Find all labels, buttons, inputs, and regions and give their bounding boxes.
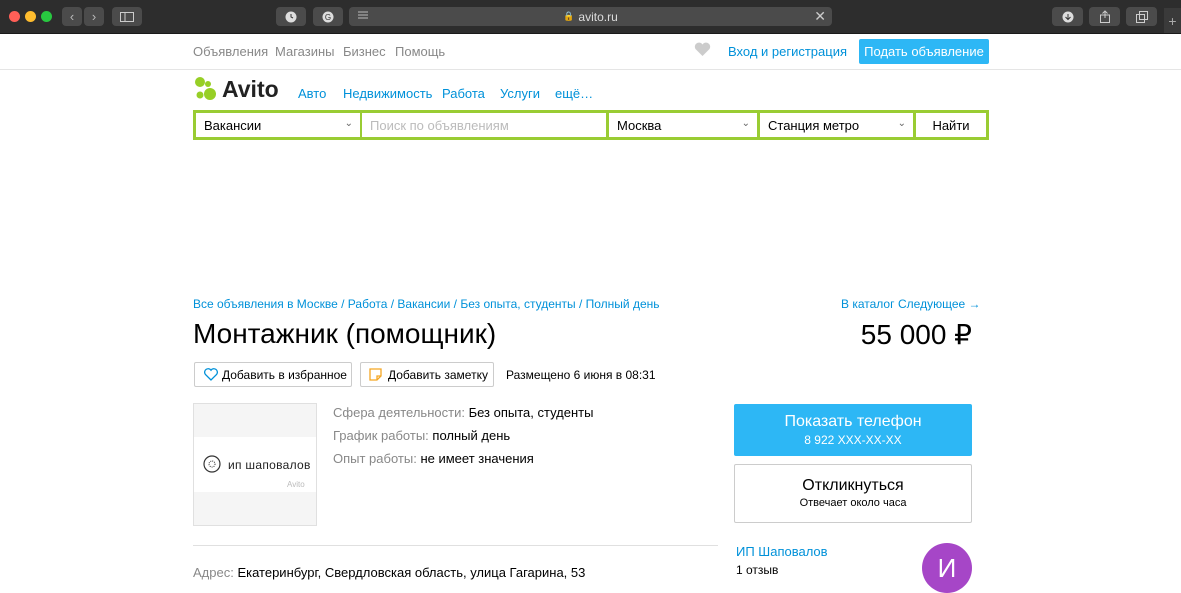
chevron-left-icon: ‹ (69, 9, 75, 24)
chevron-down-icon: ⌄ (897, 118, 906, 129)
add-favorite-label: Добавить в избранное (222, 367, 347, 382)
back-button[interactable]: ‹ (62, 7, 82, 26)
category-jobs[interactable]: Работа (442, 86, 485, 101)
add-note-button[interactable]: Добавить заметку (360, 362, 494, 387)
top-nav (0, 33, 1181, 70)
param-key: Опыт работы: (333, 451, 417, 466)
reader-icon[interactable] (357, 9, 369, 24)
avatar[interactable]: И (922, 543, 972, 593)
nav-link-ads[interactable]: Объявления (193, 44, 268, 59)
category-more[interactable]: ещё… (555, 86, 593, 101)
category-auto[interactable]: Авто (298, 86, 326, 101)
param-key: График работы: (333, 428, 429, 443)
heart-outline-icon (204, 368, 218, 381)
param-experience: Опыт работы: не имеет значения (333, 451, 534, 466)
city-select[interactable]: Москва ⌄ (609, 113, 757, 137)
show-phone-label: Показать телефон (784, 413, 922, 430)
seller-reviews[interactable]: 1 отзыв (736, 563, 778, 577)
breadcrumb: Все объявления в Москве / Работа / Вакан… (193, 297, 660, 311)
show-phone-button[interactable]: Показать телефон 8 922 XXX-XX-XX (734, 404, 972, 456)
divider (193, 545, 718, 546)
price: 55 000 ₽ (860, 319, 972, 350)
param-schedule: График работы: полный день (333, 428, 510, 443)
add-note-label: Добавить заметку (388, 367, 488, 382)
extension-button[interactable] (276, 7, 306, 26)
seller-name-link[interactable]: ИП Шаповалов (736, 544, 828, 559)
share-icon (1099, 10, 1110, 23)
close-icon[interactable]: ✕ (814, 8, 826, 25)
phone-number: 8 922 XXX-XX-XX (804, 433, 902, 447)
chevron-down-icon: ⌄ (344, 118, 353, 129)
address: Адрес: Екатеринбург, Свердловская област… (193, 565, 585, 580)
sidebar-button[interactable] (112, 7, 142, 26)
breadcrumb-item[interactable]: Полный день (586, 297, 660, 311)
breadcrumb-item[interactable]: Вакансии (397, 297, 450, 311)
category-select-value: Вакансии (204, 117, 262, 133)
avito-logo[interactable]: Avito (193, 76, 283, 104)
grammarly-button[interactable]: G (313, 7, 343, 26)
address-value: Екатеринбург, Свердловская область, улиц… (237, 565, 586, 580)
catalog-link[interactable]: В каталог (841, 297, 894, 311)
address-label: Адрес: (193, 565, 234, 580)
tabs-icon (1135, 10, 1148, 23)
param-value: полный день (432, 428, 511, 443)
respond-label: Откликнуться (802, 477, 904, 494)
breadcrumb-item[interactable]: Без опыта, студенты (460, 297, 575, 311)
tabs-button[interactable] (1126, 7, 1157, 26)
photo-company-text: ип шаповалов (228, 458, 311, 472)
param-value: не имеет значения (420, 451, 534, 466)
logo-text: Avito (222, 76, 279, 102)
heart-icon[interactable] (694, 42, 711, 62)
close-window-button[interactable] (9, 11, 20, 22)
grammarly-icon: G (322, 11, 334, 22)
category-select[interactable]: Вакансии ⌄ (196, 113, 360, 137)
city-select-value: Москва (617, 117, 662, 133)
search-input[interactable]: Поиск по объявлениям (362, 113, 606, 137)
minimize-window-button[interactable] (25, 11, 36, 22)
page-title: Монтажник (помощник) (193, 318, 497, 349)
respond-subtitle: Отвечает около часа (799, 497, 907, 509)
forward-button[interactable]: › (84, 7, 104, 26)
post-ad-button[interactable]: Подать объявление (859, 39, 989, 64)
photo-watermark: Avito (287, 480, 305, 489)
nav-link-business[interactable]: Бизнес (343, 44, 386, 59)
download-icon (1062, 11, 1073, 22)
note-icon (369, 368, 382, 381)
add-favorite-button[interactable]: Добавить в избранное (194, 362, 352, 387)
logo-dots-icon (195, 77, 216, 100)
metro-select[interactable]: Станция метро ⌄ (760, 113, 913, 137)
respond-button[interactable]: Откликнуться Отвечает около часа (734, 464, 972, 523)
maximize-window-button[interactable] (41, 11, 52, 22)
chevron-right-icon: › (91, 9, 97, 24)
nav-link-help[interactable]: Помощь (395, 44, 445, 59)
param-sphere: Сфера деятельности: Без опыта, студенты (333, 405, 593, 420)
posted-date: Размещено 6 июня в 08:31 (506, 368, 656, 382)
new-tab-button[interactable]: + (1164, 8, 1181, 33)
downloads-button[interactable] (1052, 7, 1083, 26)
category-services[interactable]: Услуги (500, 86, 540, 101)
sidebar-icon (120, 11, 134, 22)
svg-text:G: G (325, 13, 331, 22)
chevron-down-icon: ⌄ (741, 118, 750, 129)
plus-icon: + (1168, 12, 1177, 29)
category-realty[interactable]: Недвижимость (343, 86, 432, 101)
breadcrumb-item[interactable]: Работа (348, 297, 388, 311)
next-link[interactable]: Следующее → (898, 297, 981, 311)
lock-icon: 🔒 (563, 11, 575, 21)
metro-select-value: Станция метро (768, 117, 860, 133)
login-link[interactable]: Вход и регистрация (728, 44, 847, 59)
url-text: avito.ru (578, 9, 618, 24)
address-bar[interactable]: 🔒 avito.ru ✕ (349, 7, 832, 26)
param-key: Сфера деятельности: (333, 405, 465, 420)
breadcrumb-item[interactable]: Все объявления в Москве (193, 297, 338, 311)
search-button[interactable]: Найти (916, 113, 986, 137)
param-value: Без опыта, студенты (468, 405, 594, 420)
nav-link-shops[interactable]: Магазины (275, 44, 335, 59)
clock-icon (285, 11, 297, 22)
share-button[interactable] (1089, 7, 1120, 26)
company-logo-icon (203, 455, 221, 478)
